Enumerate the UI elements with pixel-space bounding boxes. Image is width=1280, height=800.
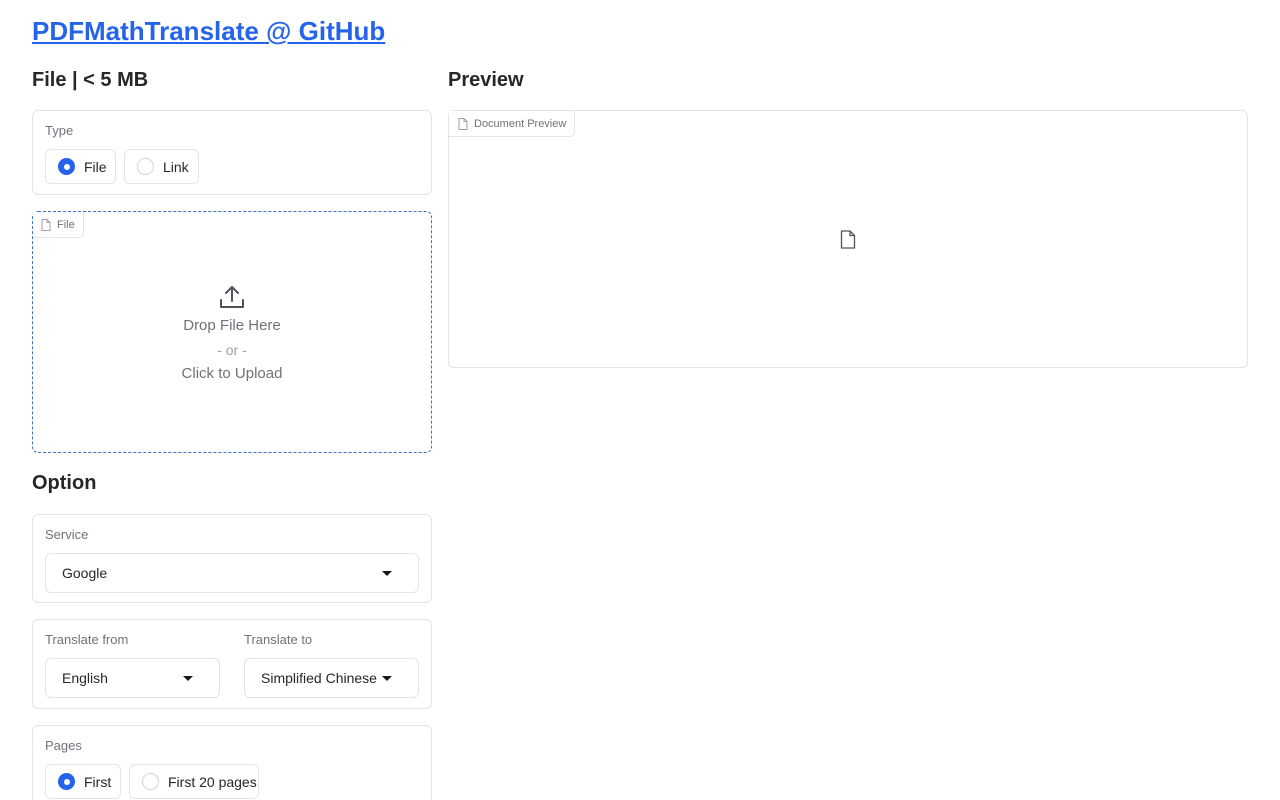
type-block: Type File Link [32,110,432,195]
service-block: Service Google [32,514,432,603]
translate-from-value: English [62,670,108,686]
upload-corner-label-text: File [57,218,75,231]
preview-section-heading: Preview [448,69,524,91]
chevron-down-icon [382,570,392,576]
translate-from-dropdown[interactable]: English [45,658,220,698]
file-icon [41,218,51,231]
pages-label: Pages [45,738,82,753]
radio-checked-icon [58,773,75,790]
upload-or-text: - or - [217,342,247,358]
chevron-down-icon [183,675,193,681]
click-to-upload-text[interactable]: Click to Upload [33,362,431,386]
translate-to-label: Translate to [244,632,313,647]
service-label: Service [45,527,89,542]
radio-checked-icon [58,158,75,175]
preview-corner-label: Document Preview [449,111,576,137]
document-preview-panel: Document Preview [448,110,1248,368]
type-option-file[interactable]: File [45,149,116,184]
pages-option-first-label: First [84,773,112,790]
type-option-file-label: File [84,158,107,175]
github-title-link[interactable]: PDFMathTranslate @ GitHub [32,16,385,47]
type-label: Type [45,123,74,138]
type-option-link[interactable]: Link [124,149,199,184]
preview-corner-label-text: Document Preview [474,117,567,130]
file-icon [840,230,856,249]
option-section-heading: Option [32,472,97,494]
radio-unchecked-icon [142,773,159,790]
upload-icon [220,286,244,308]
translate-to-value: Simplified Chinese [261,670,377,686]
file-section-heading: File | < 5 MB [32,69,149,91]
upload-corner-label: File [33,212,84,238]
drop-file-text: Drop File Here [183,317,281,334]
file-upload-dropzone[interactable]: File Drop File Here - or - Click to Uplo… [32,211,432,453]
service-dropdown[interactable]: Google [45,553,419,593]
radio-unchecked-icon [137,158,154,175]
language-block: Translate from English Translate to Simp… [32,619,432,709]
service-dropdown-value: Google [62,565,108,581]
type-option-link-label: Link [163,158,189,175]
file-icon [458,117,468,130]
pages-block: Pages First First 20 pages [32,725,432,800]
translate-from-label: Translate from [45,632,129,647]
pages-option-first[interactable]: First [45,764,121,799]
chevron-down-icon [382,675,392,681]
translate-to-dropdown[interactable]: Simplified Chinese [244,658,419,698]
pages-option-first-20-label: First 20 pages [168,773,257,790]
pages-option-first-20[interactable]: First 20 pages [129,764,259,799]
